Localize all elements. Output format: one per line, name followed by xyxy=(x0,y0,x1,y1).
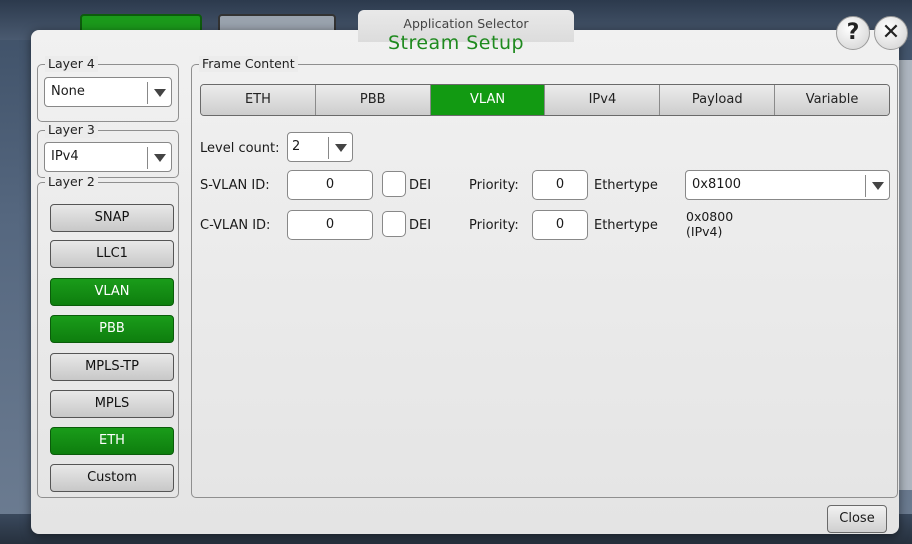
layer3-select[interactable]: IPv4 xyxy=(44,142,172,172)
cvlan-priority-input[interactable]: 0 xyxy=(532,210,588,240)
layer3-legend: Layer 3 xyxy=(45,122,98,138)
frame-content-group: Frame Content xyxy=(191,56,898,498)
layer2-llc1-button[interactable]: LLC1 xyxy=(50,240,174,268)
tab-variable[interactable]: Variable xyxy=(775,85,889,115)
svlan-priority-input[interactable]: 0 xyxy=(532,170,588,200)
layer4-select[interactable]: None xyxy=(44,77,172,107)
close-button[interactable]: Close xyxy=(827,505,887,533)
cvlan-ethertype-label: Ethertype xyxy=(594,218,658,233)
cvlan-id-label: C-VLAN ID: xyxy=(200,218,271,233)
svlan-dei-checkbox[interactable] xyxy=(382,171,406,197)
chevron-down-icon xyxy=(147,82,171,104)
chevron-down-icon xyxy=(328,137,352,159)
svlan-id-label: S-VLAN ID: xyxy=(200,178,270,193)
layer2-vlan-button[interactable]: VLAN xyxy=(50,278,174,306)
level-count-label: Level count: xyxy=(200,141,280,156)
background-side-panel xyxy=(898,60,912,490)
layer4-value: None xyxy=(51,84,85,99)
dialog-title: Stream Setup xyxy=(387,32,525,54)
chevron-down-icon xyxy=(147,147,171,169)
cvlan-ethertype-value: 0x0800 xyxy=(686,209,734,224)
tab-vlan[interactable]: VLAN xyxy=(430,85,546,115)
layer2-custom-button[interactable]: Custom xyxy=(50,464,174,492)
level-count-value: 2 xyxy=(292,139,301,154)
level-count-select[interactable]: 2 xyxy=(287,132,353,162)
close-icon[interactable]: ✕ xyxy=(874,16,908,50)
cvlan-dei-checkbox[interactable] xyxy=(382,211,406,237)
layer2-mpls-tp-button[interactable]: MPLS-TP xyxy=(50,353,174,381)
frame-content-tabs: ETH PBB VLAN IPv4 Payload Variable xyxy=(200,84,890,116)
tab-eth[interactable]: ETH xyxy=(201,85,316,115)
frame-content-legend: Frame Content xyxy=(199,56,298,72)
layer2-snap-button[interactable]: SNAP xyxy=(50,204,174,232)
tab-payload[interactable]: Payload xyxy=(660,85,776,115)
chevron-down-icon xyxy=(865,175,889,197)
cvlan-ethertype-protocol: (IPv4) xyxy=(686,224,723,239)
tab-ipv4[interactable]: IPv4 xyxy=(545,85,661,115)
cvlan-priority-label: Priority: xyxy=(469,218,519,233)
layer4-legend: Layer 4 xyxy=(45,56,98,72)
svlan-priority-label: Priority: xyxy=(469,178,519,193)
layer3-group: Layer 3 IPv4 xyxy=(37,122,179,178)
layer4-group: Layer 4 None xyxy=(37,56,179,122)
help-button[interactable]: ? xyxy=(836,16,870,50)
cvlan-id-input[interactable]: 0 xyxy=(287,210,373,240)
cvlan-dei-label: DEI xyxy=(409,218,432,233)
layer2-pbb-button[interactable]: PBB xyxy=(50,315,174,343)
layer2-group: Layer 2 SNAP LLC1 VLAN PBB MPLS-TP MPLS … xyxy=(37,174,179,498)
svlan-ethertype-value: 0x8100 xyxy=(692,177,742,192)
svlan-ethertype-select[interactable]: 0x8100 xyxy=(685,170,890,200)
svlan-dei-label: DEI xyxy=(409,178,432,193)
layer2-mpls-button[interactable]: MPLS xyxy=(50,390,174,418)
layer3-value: IPv4 xyxy=(51,149,79,164)
svlan-id-input[interactable]: 0 xyxy=(287,170,373,200)
svlan-ethertype-label: Ethertype xyxy=(594,178,658,193)
layer2-legend: Layer 2 xyxy=(45,174,98,190)
tab-pbb[interactable]: PBB xyxy=(315,85,431,115)
layer2-eth-button[interactable]: ETH xyxy=(50,427,174,455)
